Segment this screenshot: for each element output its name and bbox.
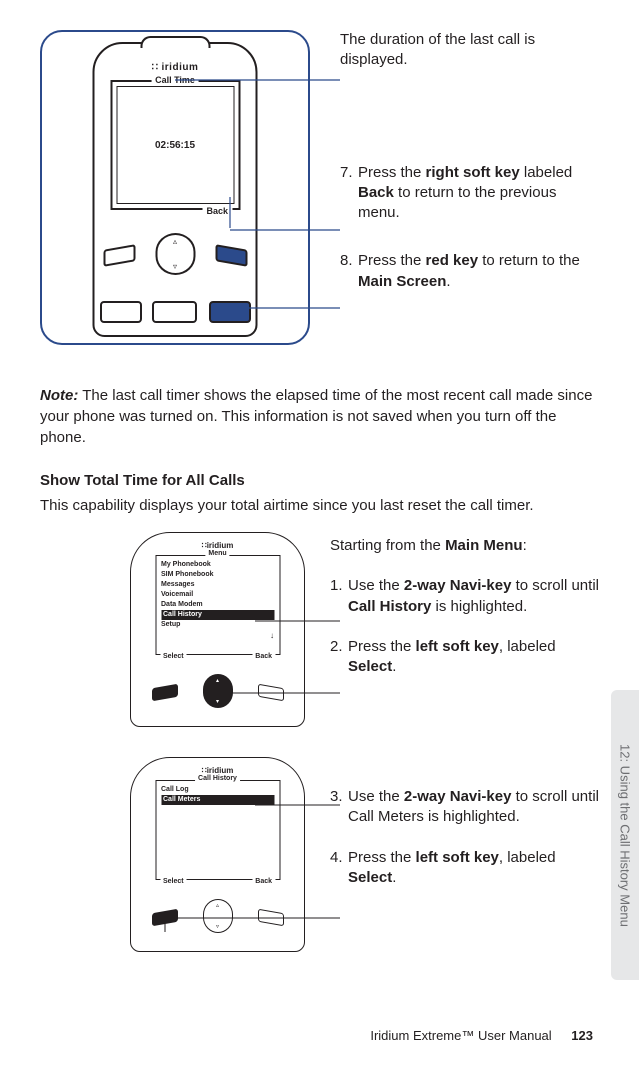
page-footer: Iridium Extreme™ User Manual 123: [370, 1028, 593, 1043]
menu-item: Setup: [161, 620, 274, 630]
red-key[interactable]: [209, 301, 251, 323]
triangle-up-icon: ▵: [173, 237, 177, 246]
keypad-row: [98, 297, 253, 327]
phone-screen: Call Time 02:56:15 Back: [110, 80, 240, 210]
right-soft-key[interactable]: [215, 244, 247, 267]
menu-item: Call Log: [161, 785, 274, 795]
triangle-down-icon: ▿: [216, 923, 219, 930]
right-soft-key[interactable]: [258, 684, 284, 702]
menu-item: Messages: [161, 580, 274, 590]
device-illustration-call-time: iridium Call Time 02:56:15 Back ▵ ▿: [40, 30, 310, 345]
menu-item-highlighted: Call Meters: [161, 795, 274, 805]
callout-step-1: 1. Use the 2-way Navi-key to scroll unti…: [330, 576, 599, 617]
callout-step-7: 7. Press the right soft key labeled Back…: [340, 163, 599, 224]
brand-label: iridium: [131, 766, 304, 775]
back-softkey-label: Back: [252, 878, 275, 885]
brand-label: iridium: [131, 541, 304, 550]
left-soft-key[interactable]: [103, 244, 135, 267]
brand-label: iridium: [83, 62, 268, 73]
menu-list: My Phonebook SIM Phonebook Messages Voic…: [156, 556, 279, 644]
brand-dots-icon: [152, 62, 159, 73]
button-area: ▵ ▿: [100, 227, 250, 282]
screen-title: Menu: [205, 550, 229, 557]
menu-list: Call Log Call Meters: [156, 781, 279, 819]
left-soft-key[interactable]: [152, 684, 178, 702]
triangle-down-icon: ▿: [173, 262, 177, 271]
call-time-value: 02:56:15: [155, 140, 195, 151]
page-number: 123: [571, 1028, 593, 1043]
note-paragraph: Note: The last call timer shows the elap…: [40, 385, 599, 448]
callout-duration: The duration of the last call is display…: [340, 30, 599, 71]
triangle-up-icon: ▵: [216, 902, 219, 909]
key-1[interactable]: [100, 301, 142, 323]
section-heading: Show Total Time for All Calls: [40, 472, 599, 489]
menu-item: Data Modem: [161, 600, 274, 610]
phone-notch: [140, 36, 210, 48]
triangle-up-icon: ▴: [216, 677, 219, 684]
right-soft-key[interactable]: [258, 909, 284, 927]
scroll-down-icon: ↓: [270, 631, 274, 640]
navi-key[interactable]: ▵ ▿: [155, 233, 195, 275]
select-softkey-label: Select: [160, 653, 187, 660]
back-softkey-label: Back: [202, 206, 232, 216]
button-area: ▴ ▾: [148, 668, 288, 718]
menu-item: SIM Phonebook: [161, 570, 274, 580]
callout-step-4: 4. Press the left soft key, labeled Sele…: [330, 848, 599, 889]
device-illustration-menu: iridium Menu My Phonebook SIM Phonebook …: [130, 532, 305, 727]
footer-title: Iridium Extreme™ User Manual: [370, 1028, 551, 1043]
screen-title: Call Time: [151, 75, 199, 85]
key-2[interactable]: [152, 301, 197, 323]
phone-screen: Call History Call Log Call Meters Select…: [155, 780, 280, 880]
triangle-down-icon: ▾: [216, 698, 219, 705]
navi-key[interactable]: ▵ ▿: [203, 899, 233, 933]
button-area: ▵ ▿: [148, 893, 288, 943]
callout-step-8: 8. Press the red key to return to the Ma…: [340, 251, 599, 292]
menu-item: Voicemail: [161, 590, 274, 600]
phone-screen: Menu My Phonebook SIM Phonebook Messages…: [155, 555, 280, 655]
chapter-tab: 12: Using the Call History Menu: [611, 690, 639, 980]
menu-item-highlighted: Call History: [161, 610, 274, 620]
callout-step-2: 2. Press the left soft key, labeled Sele…: [330, 637, 599, 678]
device-illustration-call-history: iridium Call History Call Log Call Meter…: [130, 757, 305, 952]
section-description: This capability displays your total airt…: [40, 497, 599, 514]
menu-item: My Phonebook: [161, 560, 274, 570]
back-softkey-label: Back: [252, 653, 275, 660]
left-soft-key[interactable]: [152, 909, 178, 927]
navi-key[interactable]: ▴ ▾: [203, 674, 233, 708]
select-softkey-label: Select: [160, 878, 187, 885]
screen-title: Call History: [195, 775, 240, 782]
intro-line: Starting from the Main Menu:: [330, 536, 599, 556]
callout-step-3: 3. Use the 2-way Navi-key to scroll unti…: [330, 787, 599, 828]
